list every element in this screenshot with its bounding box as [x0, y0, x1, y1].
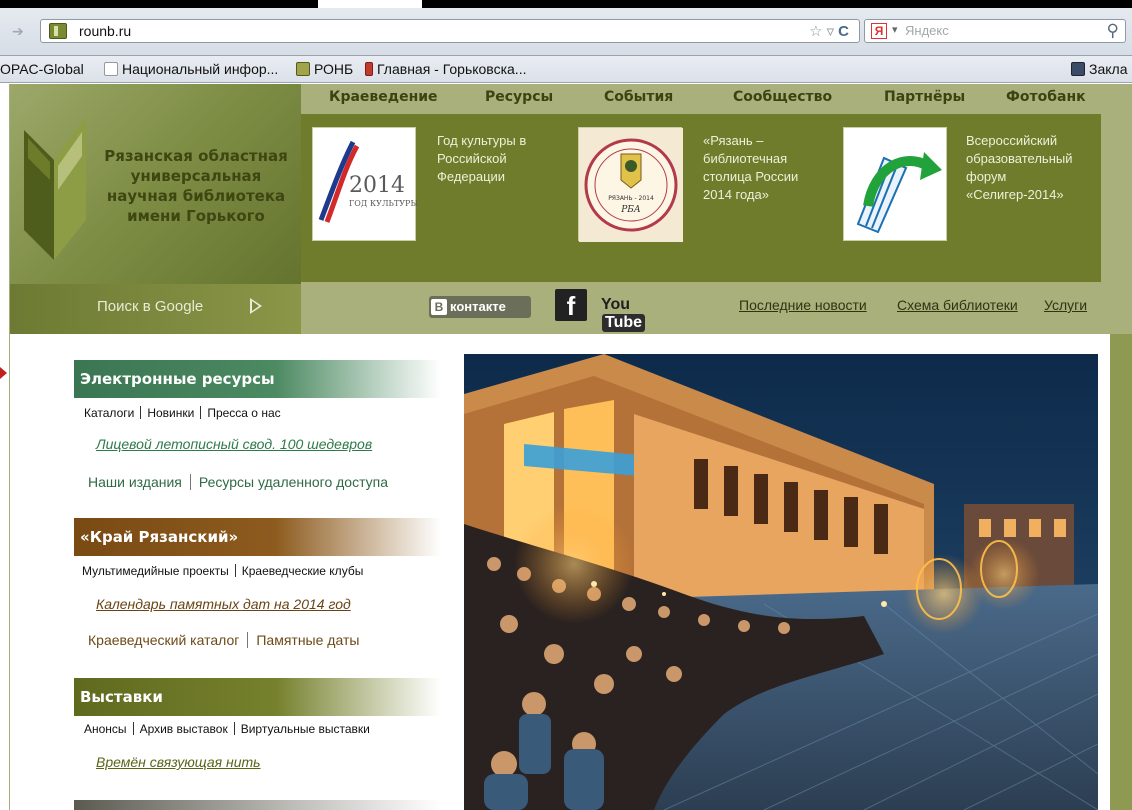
- featured-letopis-link[interactable]: Лицевой летописный свод. 100 шедевров: [96, 436, 372, 452]
- book-logo-icon: [24, 116, 86, 260]
- gorky-favicon-icon: [365, 62, 373, 76]
- bookmarks-star-icon: [1071, 62, 1085, 76]
- link-anonsy[interactable]: Анонсы: [84, 722, 127, 736]
- svg-text:РБА: РБА: [620, 205, 641, 215]
- url-text[interactable]: rounb.ru: [79, 23, 131, 39]
- link-pressa[interactable]: Пресса о нас: [207, 406, 280, 420]
- krai-links-2: Краеведческий каталог Памятные даты: [88, 632, 359, 648]
- youtube-you: You: [601, 296, 631, 313]
- main-nav: Краеведение Ресурсы События Сообщество П…: [301, 84, 1110, 114]
- link-novinki[interactable]: Новинки: [147, 406, 194, 420]
- vkontakte-link[interactable]: В контакте: [429, 296, 531, 318]
- youtube-icon[interactable]: YouTube: [601, 296, 669, 332]
- bookmark-opac[interactable]: OPAC-Global: [0, 61, 84, 77]
- facebook-icon[interactable]: f: [555, 289, 587, 321]
- search-magnifier-icon[interactable]: ⚲: [1107, 21, 1119, 41]
- nav-soobshchestvo[interactable]: Сообщество: [733, 89, 832, 105]
- vk-logo-icon: В: [431, 299, 447, 315]
- url-bar[interactable]: rounb.ru ☆▿C: [40, 19, 860, 43]
- social-links-row: В контакте f YouTube Последние новости С…: [301, 284, 1110, 334]
- right-rail: [1110, 84, 1132, 810]
- ronb-favicon-icon: [296, 62, 310, 76]
- library-name[interactable]: Рязанская областная универсальная научна…: [96, 146, 296, 226]
- year-of-culture-image[interactable]: 2014 ГОД КУЛЬТУРЫ: [312, 127, 418, 241]
- library-map-link[interactable]: Схема библиотеки: [897, 297, 1018, 313]
- search-engine-placeholder[interactable]: Яндекс: [905, 23, 949, 38]
- page-left-border: [0, 84, 10, 810]
- feature-text-3[interactable]: Всероссийский образовательный форум «Сел…: [966, 132, 1091, 204]
- link-resursy-udalennogo[interactable]: Ресурсы удаленного доступа: [199, 474, 388, 490]
- reload-icon[interactable]: C: [838, 23, 853, 40]
- link-multimedia[interactable]: Мультимедийные проекты: [82, 564, 229, 578]
- bookmark-gorky[interactable]: Главная - Горьковска...: [365, 61, 526, 77]
- krai-links: Мультимедийные проекты Краеведческие клуб…: [82, 564, 363, 578]
- nav-sobytiya[interactable]: События: [604, 89, 673, 105]
- nav-kraevedenie[interactable]: Краеведение: [329, 89, 438, 105]
- library-night-event-photo[interactable]: [464, 354, 1098, 810]
- nav-resursy[interactable]: Ресурсы: [485, 89, 553, 105]
- youtube-tube: Tube: [602, 314, 646, 332]
- section-exhibitions[interactable]: Выставки: [74, 678, 441, 716]
- feature-banner: 2014 ГОД КУЛЬТУРЫ Год культуры в Российс…: [301, 114, 1101, 282]
- ryazan-capital-image[interactable]: РЯЗАНЬ - 2014 РБА: [578, 127, 683, 242]
- svg-text:ГОД КУЛЬТУРЫ: ГОД КУЛЬТУРЫ: [349, 199, 417, 208]
- link-arkhiv[interactable]: Архив выставок: [140, 722, 228, 736]
- link-katalogi[interactable]: Каталоги: [84, 406, 134, 420]
- featured-vremen-link[interactable]: Времён связующая нить: [96, 754, 261, 770]
- nav-fotobank[interactable]: Фотобанк: [1006, 89, 1086, 105]
- bookmark-ronb[interactable]: РОНБ: [296, 61, 353, 77]
- link-virtualnye[interactable]: Виртуальные выставки: [241, 722, 370, 736]
- svg-text:РЯЗАНЬ - 2014: РЯЗАНЬ - 2014: [608, 195, 654, 202]
- red-pointer-icon: [0, 367, 7, 379]
- bookmark-star-icon[interactable]: ☆▿C: [809, 22, 853, 40]
- bookmarks-menu[interactable]: Закла: [1071, 61, 1127, 77]
- electronic-links-2: Наши издания Ресурсы удаленного доступа: [88, 474, 388, 490]
- feature-text-2[interactable]: «Рязань – библиотечная столица России 20…: [703, 132, 828, 204]
- google-search-box[interactable]: Поиск в Google: [10, 284, 301, 334]
- yandex-logo-icon[interactable]: Я: [871, 23, 887, 39]
- services-link[interactable]: Услуги: [1044, 297, 1087, 313]
- link-pamyatnye-daty[interactable]: Памятные даты: [256, 632, 359, 648]
- google-search-label[interactable]: Поиск в Google: [97, 298, 203, 315]
- link-nashi-izdaniya[interactable]: Наши издания: [88, 474, 182, 490]
- site-favicon-icon: [49, 23, 67, 39]
- latest-news-link[interactable]: Последние новости: [739, 297, 867, 313]
- bookmark-national[interactable]: Национальный инфор...: [104, 61, 278, 77]
- engine-dropdown-icon[interactable]: ▾: [892, 23, 898, 36]
- link-kraevedcheskie-kluby[interactable]: Краеведческие клубы: [242, 564, 364, 578]
- svg-text:2014: 2014: [349, 173, 405, 198]
- search-bar[interactable]: Я ▾ Яндекс ⚲: [864, 19, 1126, 43]
- feature-text-1[interactable]: Год культуры в Российской Федерации: [437, 132, 562, 186]
- vk-label: контакте: [450, 299, 506, 314]
- bookmarks-bar: OPAC-Global Национальный инфор... РОНБ Г…: [0, 56, 1132, 83]
- featured-calendar-link[interactable]: Календарь памятных дат на 2014 год: [96, 596, 351, 612]
- back-arrow-icon[interactable]: ➔: [12, 24, 30, 38]
- window-edge: [0, 0, 1132, 8]
- link-kraevedchesky-katalog[interactable]: Краеведческий каталог: [88, 632, 239, 648]
- play-arrow-icon[interactable]: [250, 298, 262, 314]
- nav-partnery[interactable]: Партнёры: [884, 89, 965, 105]
- page-icon: [104, 62, 118, 76]
- section-next-header: [74, 800, 441, 810]
- section-electronic-resources[interactable]: Электронные ресурсы: [74, 360, 441, 398]
- exhibitions-links: Анонсы Архив выставок Виртуальные выставки: [84, 722, 370, 736]
- browser-toolbar: ➔ rounb.ru ☆▿C Я ▾ Яндекс ⚲: [0, 0, 1132, 56]
- section-krai-ryazansky[interactable]: «Край Рязанский»: [74, 518, 441, 556]
- seliger-forum-image[interactable]: [843, 127, 947, 241]
- electronic-links: Каталоги Новинки Пресса о нас: [84, 406, 281, 420]
